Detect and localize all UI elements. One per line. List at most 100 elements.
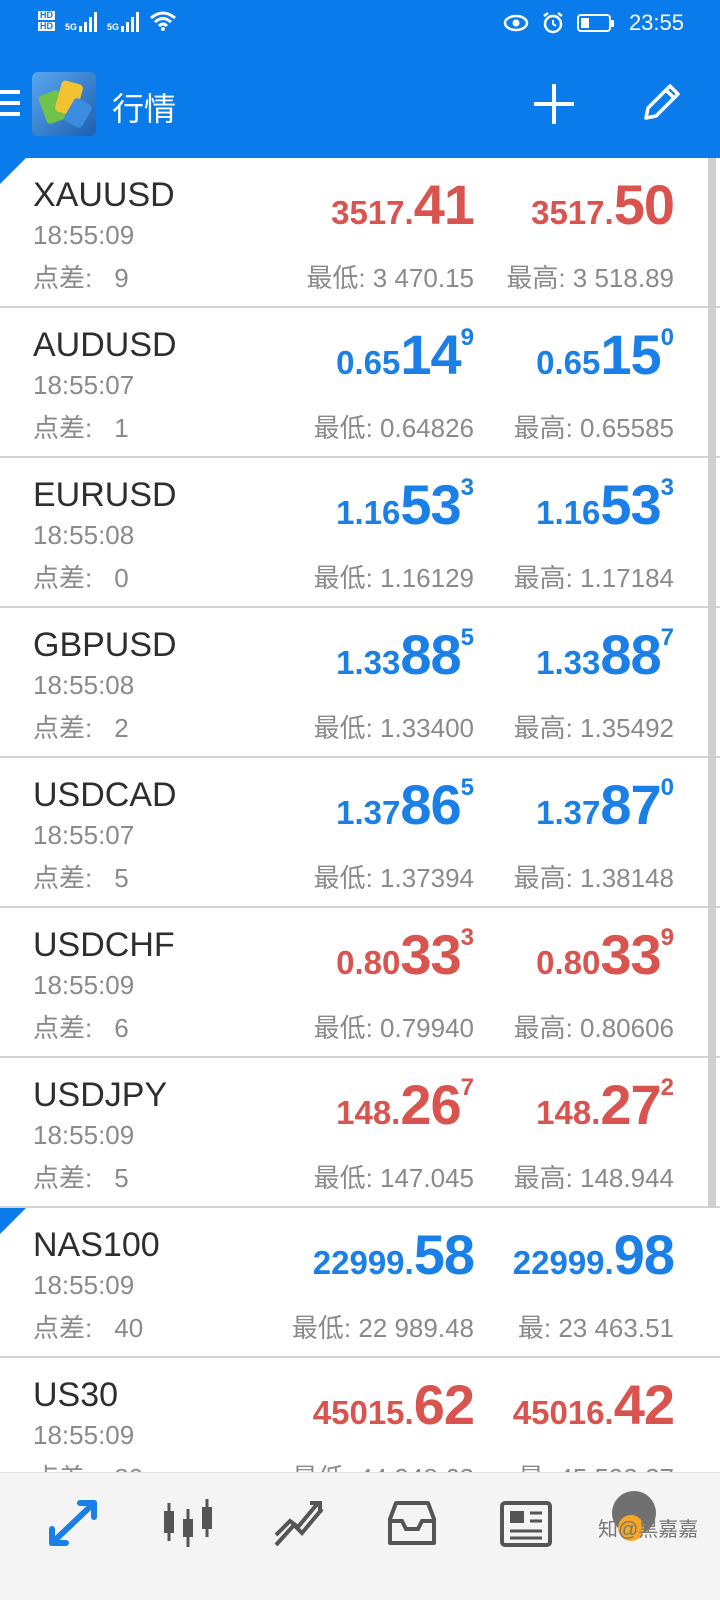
bid-price[interactable]: 45015.62 [313, 1372, 475, 1437]
status-left: HD HD 5G 5G [38, 10, 177, 32]
quote-row[interactable]: AUDUSD 18:55:07 点差: 1 0.65149 0.65150 最低: 0.64… [0, 308, 720, 458]
quote-time: 18:55:09 [33, 220, 135, 250]
signal-icon: 5G [65, 10, 98, 32]
ask-price-pips: 88 [600, 623, 661, 686]
bid-price-pips: 33 [400, 923, 461, 986]
sim-indicator: HD HD [38, 10, 55, 31]
scrollbar[interactable] [708, 158, 716, 1208]
ask-price[interactable]: 3517.50 [531, 172, 675, 237]
spread: 点差: 2 [33, 708, 129, 745]
ask-price-prefix: 45016. [512, 1394, 614, 1431]
low-price: 最低: 0.64826 [313, 413, 474, 443]
spread-label: 点差: [33, 713, 93, 743]
eye-icon [503, 14, 529, 32]
low-price: 最低: 1.16129 [313, 563, 474, 593]
menu-icon[interactable] [0, 90, 20, 116]
ask-price-prefix: 22999. [512, 1244, 614, 1281]
quote-time: 18:55:09 [33, 970, 135, 1000]
quote-row[interactable]: NAS100 18:55:09 点差: 40 22999.58 22999.98 最低: 2… [0, 1208, 720, 1358]
low-price: 最低: 1.33400 [313, 713, 474, 743]
symbol-name: XAUUSD [33, 176, 175, 214]
bid-price-pips: 58 [413, 1223, 475, 1286]
bid-price-fraction: 5 [460, 624, 474, 651]
quote-time: 18:55:07 [33, 820, 135, 850]
bid-price-prefix: 1.16 [336, 494, 401, 531]
ask-price[interactable]: 0.65150 [536, 322, 674, 387]
quotes-icon[interactable] [44, 1495, 104, 1551]
ask-price[interactable]: 0.80339 [536, 922, 674, 987]
bid-price[interactable]: 1.16533 [336, 472, 474, 537]
quote-row[interactable]: XAUUSD 18:55:09 点差: 9 3517.41 3517.50 最低: 3 47… [0, 158, 720, 308]
quote-time: 18:55:07 [33, 370, 135, 400]
bid-price-prefix: 1.33 [336, 644, 401, 681]
quote-time: 18:55:08 [33, 670, 135, 700]
bid-price-prefix: 0.65 [336, 344, 401, 381]
bid-price[interactable]: 3517.41 [331, 172, 475, 237]
page-title: 行情 [112, 91, 177, 127]
spread-label: 点差: [33, 863, 93, 893]
high-price: 最高: 3 518.89 [506, 263, 674, 293]
high-price: 最高: 1.38148 [513, 863, 674, 893]
bid-price[interactable]: 1.37865 [336, 772, 474, 837]
chart-icon[interactable] [158, 1495, 218, 1551]
quote-row[interactable]: USDCAD 18:55:07 点差: 5 1.37865 1.37870 最低: 1.37… [0, 758, 720, 908]
symbol-name: USDCAD [33, 776, 177, 814]
spread-label: 点差: [33, 1163, 93, 1193]
edit-icon[interactable] [640, 80, 684, 124]
low-price: 最低: 147.045 [313, 1163, 474, 1193]
bid-price[interactable]: 148.267 [336, 1072, 474, 1137]
ask-price-prefix: 3517. [531, 194, 614, 231]
bid-price-pips: 62 [413, 1373, 475, 1436]
quote-time: 18:55:09 [33, 1120, 135, 1150]
trade-icon[interactable] [270, 1495, 330, 1551]
high-price: 最: 23 463.51 [517, 1313, 674, 1343]
high-price: 最高: 0.65585 [513, 413, 674, 443]
app-logo [32, 72, 96, 136]
bid-price[interactable]: 0.80333 [336, 922, 474, 987]
bid-price-pips: 86 [400, 773, 461, 836]
symbol-name: NAS100 [33, 1226, 160, 1264]
ask-price[interactable]: 45016.42 [512, 1372, 675, 1437]
bid-price[interactable]: 22999.58 [313, 1222, 475, 1287]
ask-price[interactable]: 1.37870 [536, 772, 674, 837]
wifi-icon [150, 11, 176, 31]
quote-row[interactable]: USDCHF 18:55:09 点差: 6 0.80333 0.80339 最低: 0.79… [0, 908, 720, 1058]
spread-value: 5 [114, 863, 129, 893]
news-icon[interactable] [496, 1495, 556, 1551]
spread-value: 5 [114, 1163, 129, 1193]
symbol-name: USDCHF [33, 926, 175, 964]
quote-list: XAUUSD 18:55:09 点差: 9 3517.41 3517.50 最低: 3 47… [0, 158, 720, 1508]
quote-row[interactable]: GBPUSD 18:55:08 点差: 2 1.33885 1.33887 最低: 1.33… [0, 608, 720, 758]
ask-price-prefix: 1.16 [536, 494, 601, 531]
quote-time: 18:55:09 [33, 1420, 135, 1450]
bid-price-pips: 41 [413, 173, 475, 236]
bid-price[interactable]: 1.33885 [336, 622, 474, 687]
history-icon[interactable] [382, 1495, 442, 1551]
ask-price-fraction: 9 [660, 924, 674, 951]
ask-price[interactable]: 148.272 [536, 1072, 674, 1137]
spread: 点差: 6 [33, 1008, 129, 1045]
spread-label: 点差: [33, 263, 93, 293]
symbol-name: GBPUSD [33, 626, 177, 664]
signal-icon-2: 5G [107, 10, 140, 32]
symbol-name: EURUSD [33, 476, 177, 514]
ask-price-pips: 42 [613, 1373, 675, 1436]
flag-marker [0, 1208, 26, 1234]
ask-price-fraction: 7 [660, 624, 674, 651]
ask-price-prefix: 1.37 [536, 794, 601, 831]
ask-price[interactable]: 22999.98 [512, 1222, 675, 1287]
low-price: 最低: 1.37394 [313, 863, 474, 893]
bid-price-fraction: 3 [460, 924, 474, 951]
quote-row[interactable]: USDJPY 18:55:09 点差: 5 148.267 148.272 最低: 147.… [0, 1058, 720, 1208]
status-right: 23:55 [503, 10, 684, 36]
quote-row[interactable]: EURUSD 18:55:08 点差: 0 1.16533 1.16533 最低: 1.16… [0, 458, 720, 608]
bid-price[interactable]: 0.65149 [336, 322, 474, 387]
watermark: 知@黑嘉嘉 [598, 1519, 699, 1541]
bid-price-fraction: 5 [460, 774, 474, 801]
network-type-2: 5G [107, 22, 120, 32]
bid-price-prefix: 0.80 [336, 944, 401, 981]
ask-price[interactable]: 1.33887 [536, 622, 674, 687]
ask-price-prefix: 0.65 [536, 344, 601, 381]
ask-price[interactable]: 1.16533 [536, 472, 674, 537]
add-icon[interactable] [534, 84, 574, 124]
